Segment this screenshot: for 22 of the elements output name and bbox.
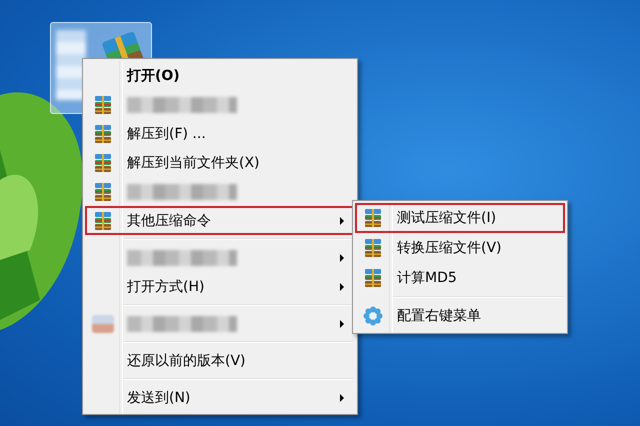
menu-item[interactable]: 解压到当前文件夹(X) (85, 148, 355, 177)
archive-icon (363, 268, 383, 288)
archive-icon (93, 152, 113, 172)
archive-icon (363, 238, 383, 258)
menu-item[interactable]: 发送到(N) (85, 383, 355, 412)
menu-item[interactable]: 配置右键菜单 (355, 301, 565, 331)
menu-item[interactable]: 解压到(F) ... (85, 119, 355, 148)
blurred-text (56, 30, 86, 100)
archive-icon (93, 210, 113, 230)
gear-icon (363, 306, 383, 326)
archive-icon (93, 94, 113, 114)
menu-item[interactable]: 其他压缩命令 (85, 206, 355, 235)
menu-item[interactable]: 计算MD5 (355, 263, 565, 293)
menu-item[interactable]: 测试压缩文件(I) (355, 203, 565, 233)
menu-item[interactable]: 打开(O) (85, 61, 355, 90)
archive-icon (363, 208, 383, 228)
archive-icon (93, 124, 113, 144)
menu-item[interactable]: 转换压缩文件(V) (355, 233, 565, 263)
blurred-icon (92, 314, 114, 332)
menu-item[interactable]: 还原以前的版本(V) (85, 346, 355, 375)
menu-item[interactable]: 打开方式(H) (85, 272, 355, 301)
archive-icon (93, 182, 113, 202)
